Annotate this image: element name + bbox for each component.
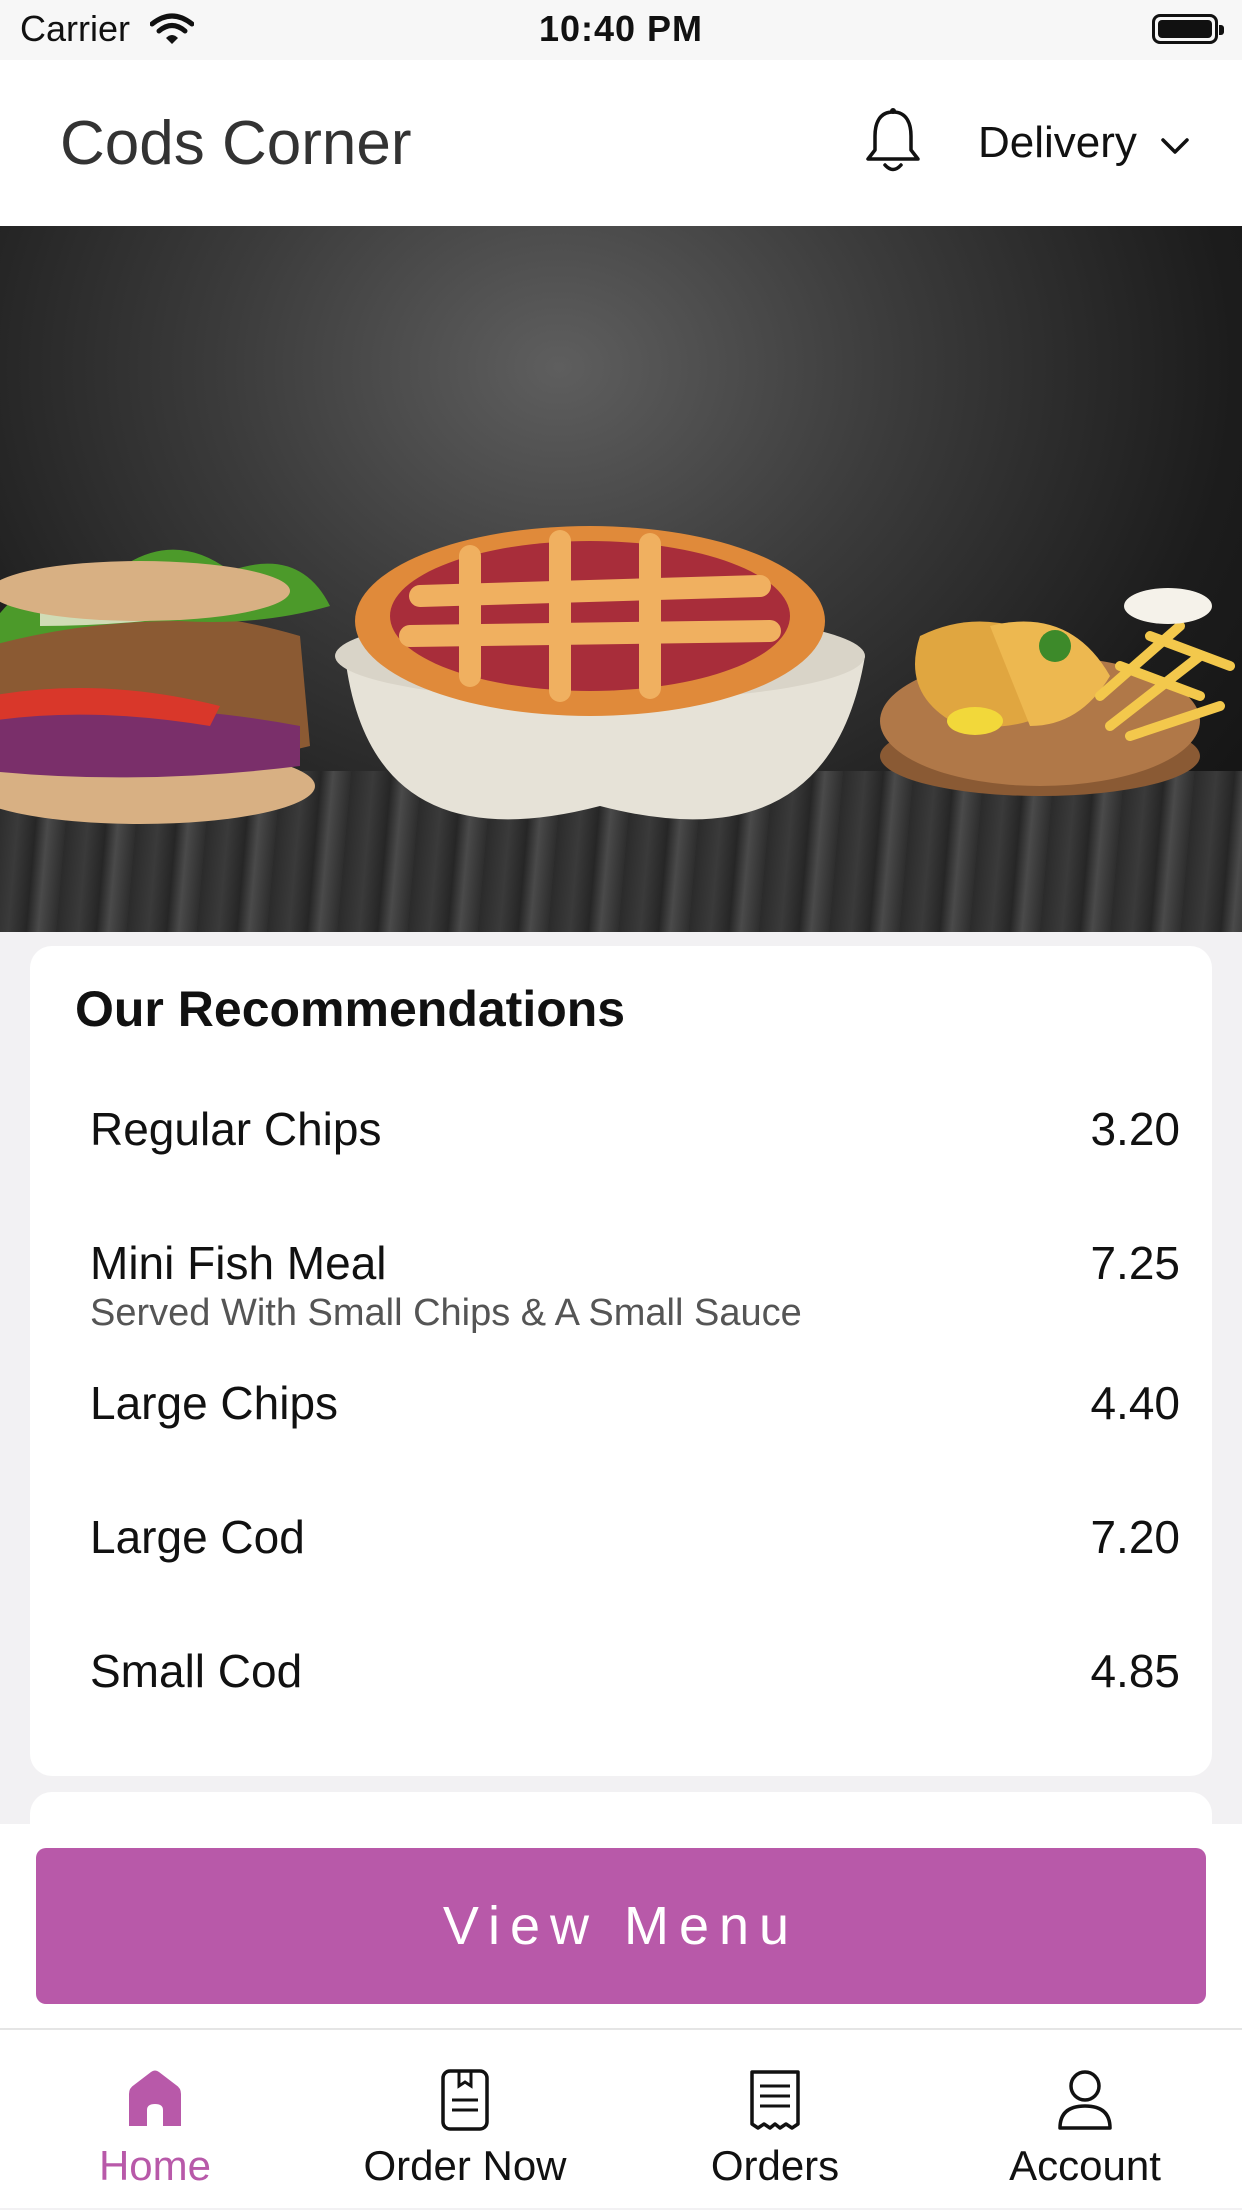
home-icon <box>125 2068 185 2133</box>
delivery-mode-selector[interactable]: Delivery <box>978 118 1137 168</box>
tab-home[interactable]: Home <box>0 2030 310 2210</box>
chevron-down-icon[interactable] <box>1160 136 1190 161</box>
tab-label: Orders <box>710 2142 840 2189</box>
item-name: Mini Fish Meal <box>90 1237 387 1289</box>
item-price: 7.20 <box>1090 1511 1180 1563</box>
order-now-icon <box>440 2068 490 2137</box>
tab-order-now[interactable]: Order Now <box>310 2030 620 2210</box>
item-price: 4.85 <box>1090 1645 1180 1697</box>
battery-icon <box>1152 14 1224 44</box>
item-price: 7.25 <box>1090 1237 1180 1289</box>
hero-banner-image <box>0 226 1242 932</box>
item-description: Served With Small Chips & A Small Sauce <box>90 1292 802 1334</box>
tab-account[interactable]: Account <box>930 2030 1240 2210</box>
fish-and-chips-image <box>880 588 1235 796</box>
item-name: Small Cod <box>90 1645 303 1697</box>
account-icon <box>1056 2068 1114 2137</box>
bottom-tab-bar: Home Order Now Orders Account <box>0 2028 1242 2208</box>
tab-label: Home <box>98 2142 212 2189</box>
item-name: Regular Chips <box>90 1103 382 1155</box>
pie-image <box>335 526 865 820</box>
item-price: 4.40 <box>1090 1377 1180 1429</box>
tab-label: Account <box>1009 2142 1161 2189</box>
tab-label: Order Now <box>363 2142 567 2189</box>
recommendations-title: Our Recommendations <box>75 981 626 1037</box>
status-time: 10:40 PM <box>538 8 704 49</box>
item-name: Large Chips <box>90 1377 339 1429</box>
notification-bell-icon[interactable] <box>862 106 924 183</box>
receipt-icon <box>747 2068 803 2135</box>
item-price: 3.20 <box>1090 1103 1180 1155</box>
recommendations-card: Our Recommendations Regular Chips 3.20 M… <box>30 946 1212 1776</box>
kebab-image <box>0 549 330 824</box>
view-menu-button[interactable]: View Menu <box>36 1848 1206 2004</box>
item-name: Large Cod <box>90 1511 305 1563</box>
app-header: Cods Corner Delivery <box>0 60 1242 226</box>
tab-orders[interactable]: Orders <box>620 2030 930 2210</box>
app-title: Cods Corner <box>60 109 412 178</box>
status-bar: Carrier 10:40 PM <box>0 0 1242 60</box>
cta-area: View Menu <box>0 1824 1242 2028</box>
